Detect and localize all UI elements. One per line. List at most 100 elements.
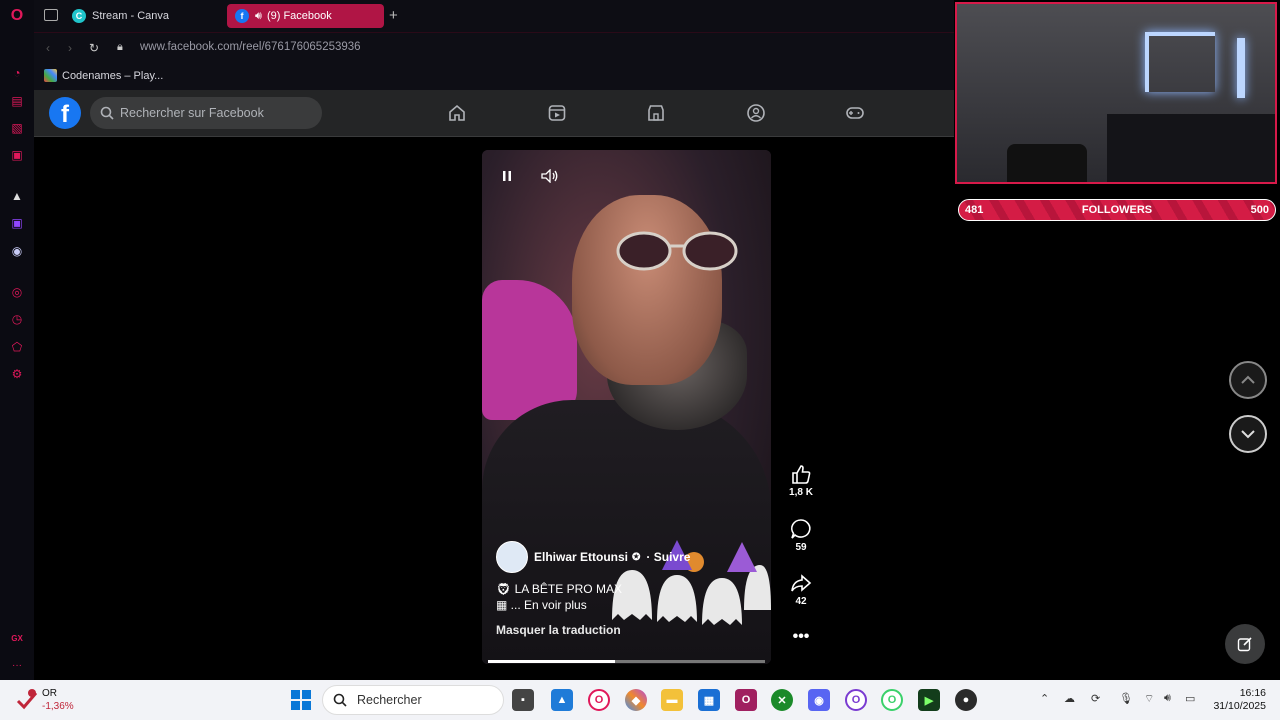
comment-button[interactable]: 59	[786, 518, 816, 553]
followers-current: 481	[965, 204, 984, 216]
lion-emoji-icon: 🦁︎	[496, 582, 515, 596]
caption-line: LA BÊTE PRO MAX	[514, 582, 622, 596]
previous-reel-button[interactable]	[1229, 361, 1267, 399]
tray-sync-icon[interactable]: ⟳	[1091, 692, 1100, 705]
crypto-wallet-icon[interactable]: ▤	[9, 93, 25, 109]
workspace-icon[interactable]: ▲	[9, 188, 25, 204]
share-button[interactable]: 42	[786, 572, 816, 607]
copilot-icon[interactable]: ◆	[625, 689, 647, 711]
url-field[interactable]: www.facebook.com/reel/676176065253936	[140, 41, 361, 53]
bookmark-codenames[interactable]: Codenames – Play...	[44, 69, 163, 82]
xbox-icon[interactable]: ✕	[771, 689, 793, 711]
settings-icon[interactable]: ⚙	[9, 366, 25, 382]
microsoft-store-icon[interactable]: ▦	[698, 689, 720, 711]
tab-facebook[interactable]: f 🔊︎ (9) Facebook	[227, 4, 384, 28]
share-count: 42	[795, 596, 807, 607]
messenger-icon[interactable]: ▣	[9, 147, 25, 163]
discord-icon[interactable]: ◉	[9, 243, 25, 259]
chevron-down-icon	[1241, 430, 1255, 439]
opera-gx-green-icon[interactable]: O	[881, 689, 903, 711]
video-icon[interactable]	[547, 103, 567, 123]
search-icon	[333, 693, 347, 707]
volume-button[interactable]	[538, 166, 562, 186]
extensions-icon[interactable]: ⬠	[9, 339, 25, 355]
search-icon	[100, 106, 114, 120]
tray-overflow-icon[interactable]: ⌃	[1040, 692, 1049, 705]
reel-video[interactable]: Elhiwar Ettounsi ✪ · Suivre 🦁︎ LA BÊTE P…	[482, 150, 771, 664]
reel-caption: 🦁︎ LA BÊTE PRO MAX ▦ ... En voir plus	[496, 581, 622, 613]
speaker-icon[interactable]: 🔊︎	[255, 10, 262, 23]
opera-gx-taskbar-icon[interactable]: O	[588, 689, 610, 711]
gx-icon[interactable]: GX	[9, 630, 25, 646]
address-bar: ‹ › ↻ 🔒︎ www.facebook.com/reel/676176065…	[34, 32, 954, 62]
video-sunglasses	[616, 231, 738, 271]
obs-icon[interactable]: ●	[955, 689, 977, 711]
share-icon	[791, 574, 812, 592]
like-icon	[792, 465, 811, 484]
facebook-icon: f	[235, 9, 249, 23]
history-icon[interactable]: ◷	[9, 311, 25, 327]
stock-widget[interactable]: OR -1,36%	[42, 687, 74, 713]
opera-air-icon[interactable]: O	[845, 689, 867, 711]
tray-cloud-icon[interactable]: ☁︎	[1064, 692, 1075, 705]
opera-sidebar: O ◔ ▤ ▧ ▣ ▲ ▣ ◉ ◎ ◷ ⬠ ⚙ GX ···	[0, 0, 34, 680]
pause-button[interactable]	[495, 166, 519, 186]
tab-label: (9) Facebook	[266, 10, 332, 22]
wifi-icon[interactable]: ⌔	[1144, 692, 1154, 706]
comment-count: 59	[795, 542, 807, 553]
reel-author[interactable]: Elhiwar Ettounsi ✪ · Suivre	[496, 541, 690, 573]
verified-icon: ✪	[632, 551, 641, 563]
file-explorer-icon[interactable]: ▬	[661, 689, 683, 711]
groups-icon[interactable]	[746, 103, 766, 123]
like-button[interactable]: 1,8 K	[786, 463, 816, 498]
codenames-icon	[44, 69, 57, 82]
opera-app-icon[interactable]: O	[735, 689, 757, 711]
video-progress-bar[interactable]	[488, 660, 765, 663]
facebook-logo-icon[interactable]: f	[49, 97, 81, 129]
author-avatar[interactable]	[496, 541, 528, 573]
nvidia-app-icon[interactable]: ▶	[918, 689, 940, 711]
microphone-icon[interactable]: 🎙︎	[1119, 692, 1133, 705]
volume-icon[interactable]: 🔊︎	[1164, 692, 1171, 705]
webcam-light	[1237, 38, 1245, 98]
windows-start-icon[interactable]	[291, 690, 311, 710]
hide-translation-link[interactable]: Masquer la traduction	[496, 623, 621, 637]
player-icon[interactable]: ◎	[9, 284, 25, 300]
see-more-link[interactable]: ... En voir plus	[511, 598, 587, 612]
windows-taskbar: OR -1,36% Rechercher ▪ ▲ O ◆ ▬ ▦ O ✕ ◉ O…	[0, 680, 1280, 720]
back-button[interactable]: ‹	[46, 41, 50, 55]
followers-goal-bar: 481 FOLLOWERS 500	[958, 199, 1276, 221]
facebook-search[interactable]	[90, 97, 322, 129]
taskbar-search[interactable]: Rechercher	[322, 685, 504, 715]
discord-taskbar-icon[interactable]: ◉	[808, 689, 830, 711]
edit-icon	[1237, 637, 1252, 652]
forward-button[interactable]: ›	[68, 41, 72, 55]
follow-button[interactable]: · Suivre	[646, 550, 690, 564]
home-icon[interactable]	[447, 103, 467, 123]
taskbar-clock[interactable]: 16:16 31/10/2025	[1210, 687, 1266, 713]
reload-button[interactable]: ↻	[89, 41, 99, 55]
task-view-icon[interactable]: ▪	[512, 689, 534, 711]
aria-icon[interactable]: ◔	[9, 65, 25, 81]
more-options-button[interactable]: •••	[786, 628, 816, 646]
tab-manager-icon[interactable]	[44, 9, 58, 21]
new-message-button[interactable]	[1225, 624, 1265, 664]
author-name[interactable]: Elhiwar Ettounsi	[534, 550, 628, 564]
tab-canva[interactable]: C Stream - Canva	[64, 4, 224, 28]
webcam-chair	[1007, 144, 1087, 182]
search-input[interactable]	[120, 106, 310, 120]
more-icon[interactable]: ···	[9, 657, 25, 673]
stock-widget-icon[interactable]	[16, 689, 38, 711]
next-reel-button[interactable]	[1229, 415, 1267, 453]
opera-logo-icon[interactable]: O	[9, 7, 25, 24]
new-tab-button[interactable]: +	[389, 7, 398, 24]
video-person-head	[572, 195, 722, 385]
photos-app-icon[interactable]: ▲	[551, 689, 573, 711]
gaming-icon[interactable]	[845, 103, 865, 123]
battery-icon[interactable]: ▭	[1185, 692, 1195, 705]
gx-control-icon[interactable]: ▧	[9, 120, 25, 136]
twitch-icon[interactable]: ▣	[9, 215, 25, 231]
lock-icon[interactable]: 🔒︎	[117, 41, 123, 54]
bookmarks-bar: Codenames – Play...	[34, 62, 954, 90]
marketplace-icon[interactable]	[646, 103, 666, 123]
